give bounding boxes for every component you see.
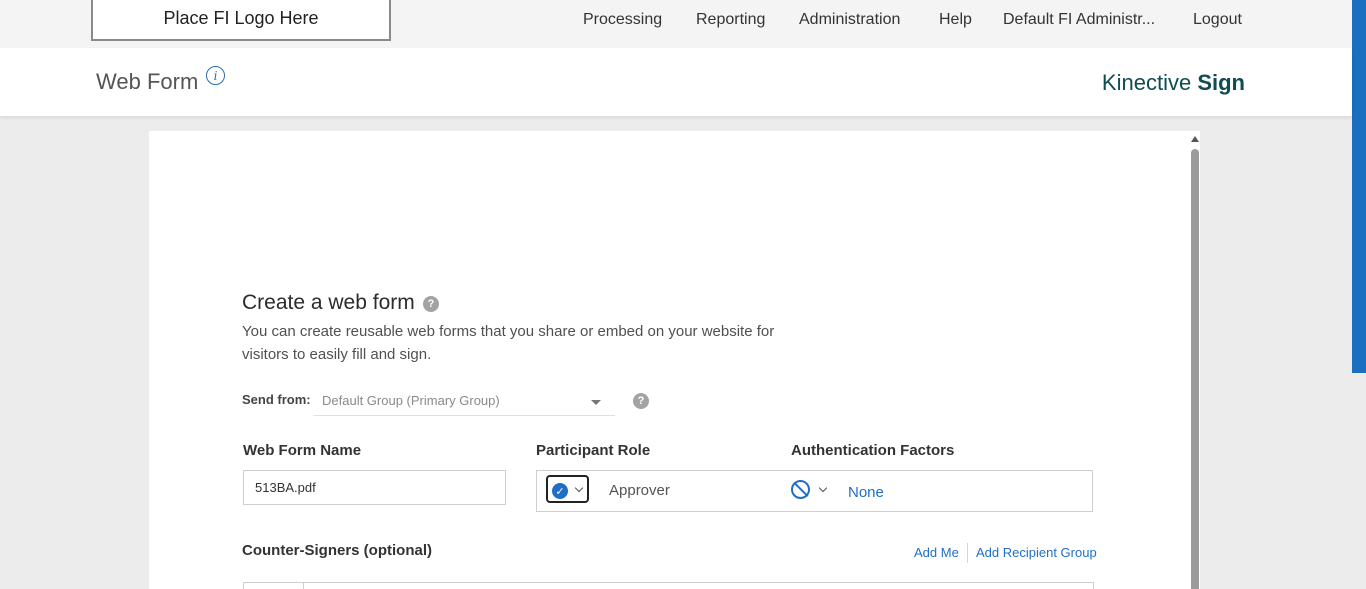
nav-user-menu[interactable]: Default FI Administr... [1003, 0, 1155, 40]
heading-help-icon[interactable]: ? [423, 296, 439, 312]
nav-administration[interactable]: Administration [799, 0, 900, 40]
link-divider [967, 543, 968, 563]
no-auth-icon[interactable] [791, 480, 810, 499]
nav-processing[interactable]: Processing [583, 0, 662, 40]
top-nav-bar: Place FI Logo Here Processing Reporting … [0, 0, 1366, 48]
auth-factors-label: Authentication Factors [791, 442, 955, 459]
logo-text: Place FI Logo Here [163, 8, 319, 28]
counter-signer-row[interactable] [243, 582, 1094, 589]
counter-row-divider [303, 583, 304, 589]
scrollbar-thumb[interactable] [1191, 149, 1199, 589]
right-edge-bar [1352, 0, 1366, 373]
chevron-down-icon [574, 483, 584, 493]
nav-reporting[interactable]: Reporting [696, 0, 765, 40]
brand-bold: Sign [1197, 70, 1245, 95]
caret-down-icon [591, 400, 601, 405]
web-form-name-label: Web Form Name [243, 442, 362, 459]
add-recipient-group-link[interactable]: Add Recipient Group [976, 545, 1097, 560]
send-from-select[interactable]: Default Group (Primary Group) [314, 387, 615, 416]
page-title: Web Form [96, 69, 199, 94]
send-from-help-icon[interactable]: ? [633, 393, 649, 409]
participant-role-value: Approver [609, 482, 670, 499]
auth-chevron-down-icon[interactable] [818, 483, 828, 493]
counter-signers-label: Counter-Signers (optional) [242, 542, 432, 559]
participant-row: ✓ Approver None [536, 470, 1093, 512]
form-description: You can create reusable web forms that y… [242, 323, 775, 363]
participant-role-label: Participant Role [536, 442, 651, 459]
fi-logo-placeholder[interactable]: Place FI Logo Here [91, 0, 391, 41]
scroll-up-arrow-icon[interactable] [1191, 136, 1199, 142]
brand-logo: Kinective Sign [1102, 70, 1245, 96]
participant-role-dropdown[interactable]: ✓ [546, 475, 589, 503]
approver-check-icon: ✓ [552, 483, 568, 499]
form-heading: Create a web form [242, 291, 415, 314]
add-me-link[interactable]: Add Me [914, 545, 959, 560]
web-form-name-input[interactable] [243, 470, 506, 505]
send-from-value: Default Group (Primary Group) [322, 393, 500, 408]
info-icon[interactable]: i [206, 66, 225, 85]
brand-light: Kinective [1101, 70, 1192, 95]
page-header: Web Form i Kinective Sign [0, 48, 1352, 116]
auth-factors-value[interactable]: None [848, 484, 884, 501]
send-from-label: Send from: [242, 392, 311, 407]
nav-logout[interactable]: Logout [1193, 0, 1242, 40]
nav-help[interactable]: Help [939, 0, 972, 40]
